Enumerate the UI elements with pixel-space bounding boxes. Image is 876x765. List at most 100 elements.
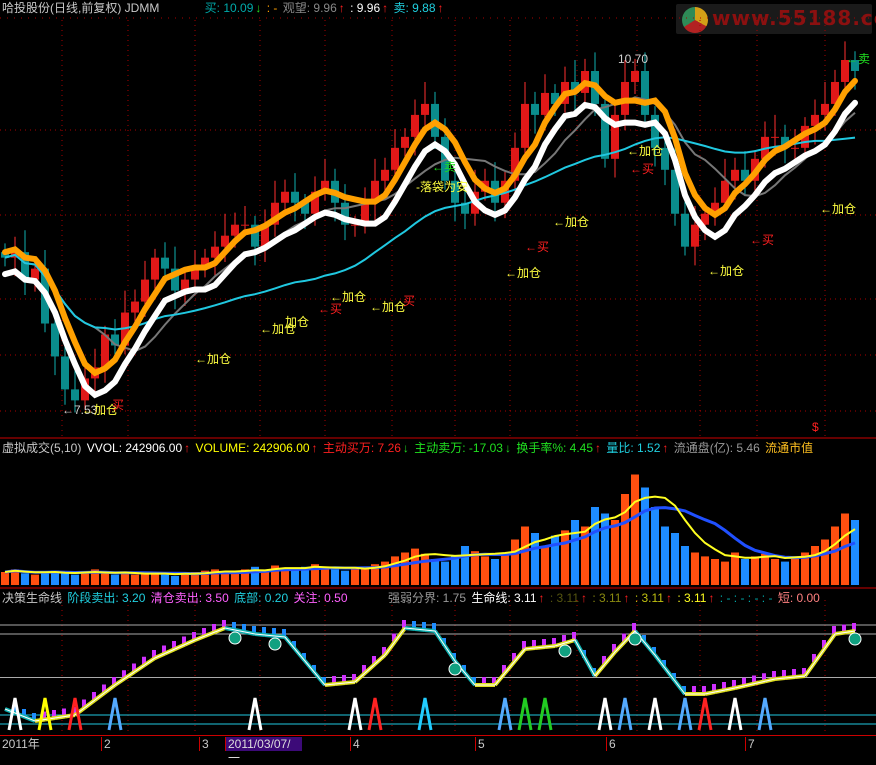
chart-annotation: $ [812,420,819,434]
volume-bar [81,572,89,585]
volume-bar [501,552,509,585]
candle-body [231,224,239,236]
volume-bar [61,573,69,585]
volume-bar [831,526,839,585]
volume-bar [721,561,729,585]
stage-sell-value: 阶段卖出: 3.20 [67,591,146,605]
volume-bar [631,474,639,585]
volume-indicator-name: 虚拟成交(5,10) [2,441,82,455]
volume-bar [601,513,609,585]
chart-annotation: ←加仓 [505,266,542,280]
volume-bar [511,539,519,585]
candle-body [61,356,69,390]
volume-bar [611,520,619,585]
volume-bar [541,546,549,585]
x-label: 4 [350,737,360,751]
volume-bar [31,574,39,585]
volume-ratio-value: 量比: 1.52 [606,441,661,455]
candle-body [541,92,549,115]
candle-body [401,136,409,148]
chart-annotation: ←卖 [846,52,871,66]
down-arrow-icon: ↓ [504,441,511,455]
volume-bar [431,559,439,585]
float-market-value: 流通市值 [765,441,814,455]
volume-bar [171,575,179,585]
chart-annotation: 10.70 [618,52,649,66]
chart-annotation: ←买 [525,240,550,254]
volume-bar [771,559,779,585]
indicator-header: 决策生命线 阶段卖出: 3.20 清仓卖出: 3.50 底部: 0.20 关注:… [2,590,350,606]
chart-annotation: ←加仓 [627,144,664,158]
up-arrow-icon: ↑ [662,441,669,455]
x-label: 5 [475,737,485,751]
line4-value: : 3.11 [634,591,664,605]
volume-bar [521,526,529,585]
check-icon [848,632,862,646]
signal-triangle [517,697,533,731]
chart-annotation: 买 [112,398,125,412]
up-arrow-icon: ↑ [595,441,602,455]
divide-value: 强弱分界: 1.75 [388,591,467,605]
chart-annotation: -落袋为安 [416,180,468,194]
volume-bar [71,574,79,585]
x-label: 2 [101,737,111,751]
candle-body [731,169,739,181]
volume-bar [421,553,429,585]
up-arrow-icon: ↑ [184,441,191,455]
signal-triangle [757,697,773,731]
up-arrow-icon: ↑ [581,591,587,605]
candle-body [241,224,249,226]
line3-value: : 3.11 [592,591,622,605]
candle-body [151,257,159,280]
volume-bar [121,573,129,585]
volume-bar [561,530,569,585]
signal-triangle [727,697,743,731]
volume-bar [811,546,819,585]
volume-bar [401,552,409,585]
stock-chart[interactable] [0,0,876,751]
vvol-value: VVOL: 242906.00 [86,441,183,455]
candle-body [141,279,149,302]
dashes-value: : - : - : - : - [719,591,773,605]
volume-bar [111,574,119,585]
candle-body [421,103,429,115]
signal-triangle [617,697,633,731]
volume-bar [331,569,339,585]
volume-bar [821,539,829,585]
clear-sell-value: 清仓卖出: 3.50 [150,591,229,605]
x-label: 3 [199,737,209,751]
x-cursor-date: 2011/03/07/一 [225,737,302,765]
candle-body [381,169,389,181]
volume-bar [291,569,299,585]
signal-triangle [497,697,513,731]
volume-bar [711,559,719,585]
signal-triangle [647,697,663,731]
chart-annotation: 加仓 [285,315,310,329]
signal-triangle [347,697,363,731]
volume-bar [671,533,679,585]
line5-value: : 3.11 [677,591,707,605]
volume-bar [391,556,399,585]
candle-body [821,103,829,115]
signal-triangle [107,697,123,731]
check-icon [228,631,242,645]
signal-triangle [697,697,713,731]
volume-bar [761,553,769,585]
volume-bar [791,556,799,585]
lifeline-value: 生命线: 3.11 [471,591,537,605]
up-arrow-icon: ↑ [623,591,630,605]
x-label: 2011年 [2,737,40,751]
volume-bar [491,559,499,585]
watch-level-value: 关注: 0.50 [293,591,348,605]
volume-bar [701,556,709,585]
volume-bar [131,574,139,585]
check-icon [628,632,642,646]
x-axis[interactable]: 2011年 2 3 2011/03/07/一 4 5 6 7 [0,735,876,765]
volume-bar [161,574,169,585]
volume-bar [21,573,29,585]
volume-bar [621,494,629,585]
down-arrow-icon: ↓ [402,441,409,455]
volume-bar [411,548,419,585]
check-icon [268,637,282,651]
volume-bar [101,573,109,585]
